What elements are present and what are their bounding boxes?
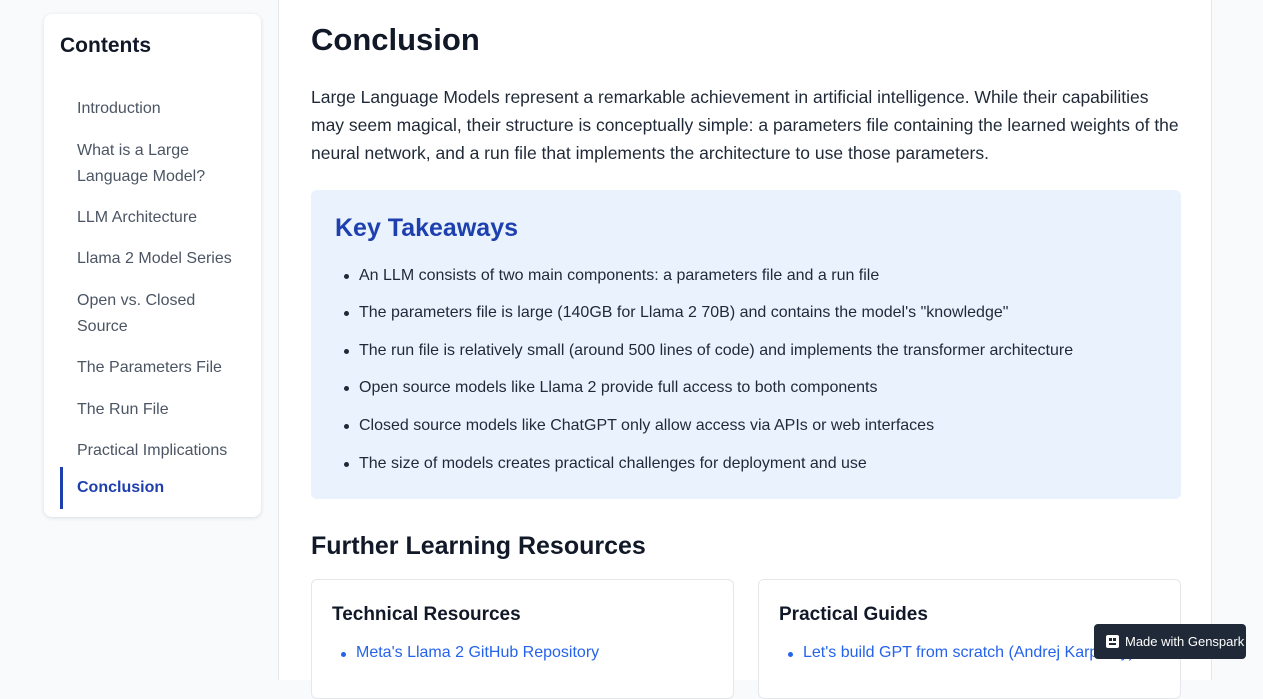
toc-item-practical-implications[interactable]: Practical Implications (60, 438, 250, 464)
takeaway-item: Open source models like Llama 2 provide … (344, 379, 878, 396)
takeaway-item: The parameters file is large (140GB for … (343, 304, 1009, 321)
toc-title: Contents (60, 34, 151, 57)
toc-item-parameters-file[interactable]: The Parameters File (60, 355, 250, 381)
toc-item-llm-architecture[interactable]: LLM Architecture (60, 205, 250, 231)
resource-link[interactable]: Let's build GPT from scratch (Andrej Kar… (788, 644, 1134, 662)
toc-item-what-is-llm[interactable]: What is a Large Language Model? (60, 138, 250, 189)
resource-card-technical: Technical Resources Meta's Llama 2 GitHu… (311, 579, 734, 699)
key-takeaways-title: Key Takeaways (335, 214, 518, 242)
toc-item-llama-2-series[interactable]: Llama 2 Model Series (60, 246, 250, 272)
takeaway-item: The size of models creates practical cha… (344, 455, 867, 472)
resources-heading: Further Learning Resources (311, 532, 646, 560)
resource-link[interactable]: Meta's Llama 2 GitHub Repository (340, 644, 599, 662)
takeaway-item: An LLM consists of two main components: … (343, 267, 880, 284)
card-title: Technical Resources (332, 604, 521, 625)
made-with-genspark-badge[interactable]: Made with Genspark (1094, 624, 1246, 659)
toc-item-conclusion[interactable]: Conclusion (60, 467, 250, 509)
toc-item-introduction[interactable]: Introduction (60, 96, 250, 122)
badge-label: Made with Genspark (1125, 634, 1245, 649)
intro-paragraph: Large Language Models represent a remark… (311, 87, 1179, 163)
takeaway-item: The run file is relatively small (around… (343, 342, 1074, 359)
toc-item-open-vs-closed[interactable]: Open vs. Closed Source (60, 288, 250, 339)
genspark-icon (1106, 635, 1119, 648)
section-heading: Conclusion (311, 22, 480, 57)
table-of-contents: Contents Introduction What is a Large La… (44, 14, 261, 517)
main-content: Conclusion Large Language Models represe… (278, 0, 1212, 699)
card-title: Practical Guides (779, 604, 928, 625)
toc-item-run-file[interactable]: The Run File (60, 397, 250, 423)
takeaway-item: Closed source models like ChatGPT only a… (343, 417, 935, 434)
key-takeaways-box: Key Takeaways An LLM consists of two mai… (311, 190, 1181, 499)
